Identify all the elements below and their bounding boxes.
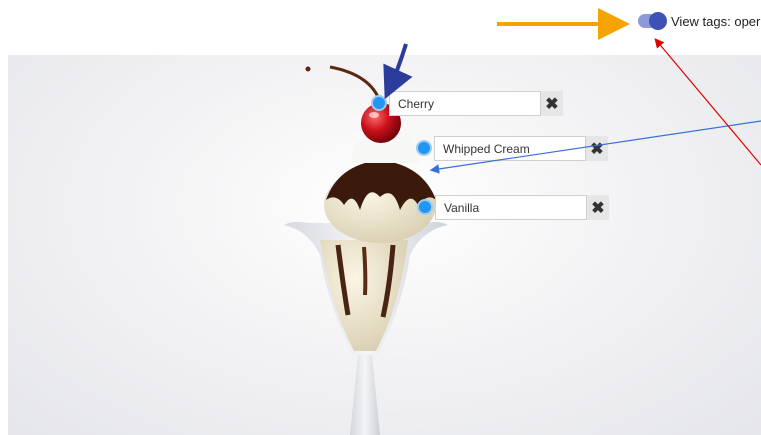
top-bar: View tags: oper [0,0,761,55]
view-tags-label: View tags: oper [671,14,761,29]
tag-marker-icon[interactable] [417,199,433,215]
close-icon[interactable]: ✖ [587,195,609,220]
tag-label-input[interactable] [434,136,586,161]
tag-marker-icon[interactable] [371,95,387,111]
sundae-illustration [284,65,448,435]
tag-label-input[interactable] [435,195,587,220]
tag-marker-icon[interactable] [416,140,432,156]
sundae-photo [8,55,761,435]
close-icon[interactable]: ✖ [541,91,563,116]
close-icon[interactable]: ✖ [586,136,608,161]
tag-label-input[interactable] [389,91,541,116]
view-tags-toggle[interactable] [638,12,667,30]
toggle-knob[interactable] [649,12,667,30]
